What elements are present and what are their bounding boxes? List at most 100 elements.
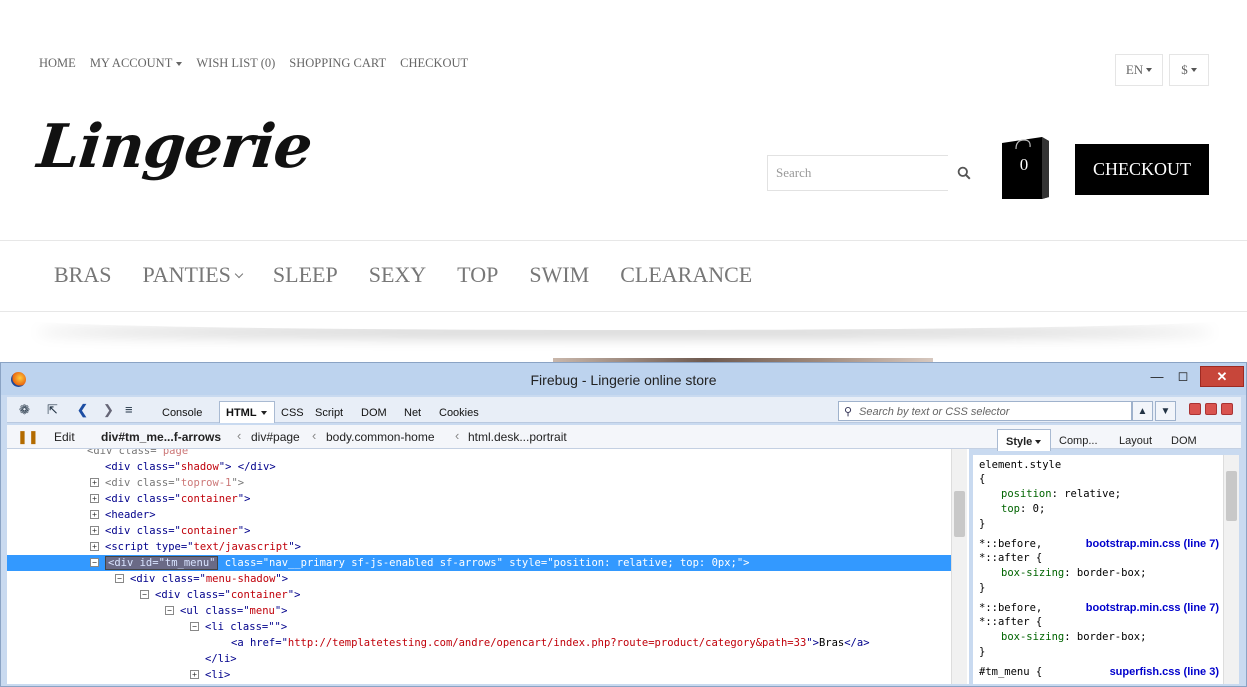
side-tab-style[interactable]: Style — [997, 429, 1051, 451]
html-line[interactable]: <div class="page" — [7, 449, 952, 459]
html-text: Bras — [818, 637, 845, 649]
html-line-selected[interactable]: − <div id="tm_menu" class="nav__primary s… — [7, 555, 952, 571]
collapse-icon[interactable]: − — [90, 557, 99, 567]
css-selector[interactable]: element.style — [979, 458, 1061, 474]
expand-icon[interactable]: + — [90, 541, 99, 551]
tab-cookies[interactable]: Cookies — [439, 407, 479, 419]
tab-html[interactable]: HTML — [219, 401, 275, 423]
css-property[interactable]: position: relative; — [979, 487, 1121, 503]
menu-item-sleep[interactable]: SLEEP — [273, 262, 338, 288]
expand-icon[interactable]: + — [90, 509, 99, 519]
menu-item-bras[interactable]: BRAS — [54, 262, 111, 288]
caret-down-icon — [1035, 440, 1042, 445]
firebug-titlebar[interactable]: Firebug - Lingerie online store — ◻ ✕ — [1, 363, 1246, 395]
tab-script[interactable]: Script — [315, 407, 343, 419]
menu-item-clearance[interactable]: CLEARANCE — [620, 262, 752, 288]
minimize-button[interactable]: — — [1143, 367, 1171, 385]
currency-selector[interactable]: $ — [1169, 54, 1209, 86]
html-panel-scrollbar[interactable] — [951, 449, 967, 684]
html-line[interactable]: + <script type="text/javascript"> — [7, 539, 952, 555]
firebug-bug-icon[interactable]: ❁ — [19, 402, 30, 418]
css-panel-scrollbar[interactable] — [1223, 455, 1239, 684]
html-tag: <div class=" — [105, 493, 181, 505]
html-line[interactable]: + <li> — [7, 667, 952, 683]
side-tab-dom[interactable]: DOM — [1171, 435, 1197, 447]
expand-icon[interactable]: + — [90, 477, 99, 487]
html-line[interactable]: + <header> — [7, 507, 952, 523]
html-line[interactable]: <a href="http://templatetesting.com/andr… — [7, 635, 952, 651]
top-nav-shopping-cart[interactable]: SHOPPING CART — [289, 56, 386, 71]
top-nav-checkout[interactable]: CHECKOUT — [400, 56, 468, 71]
html-line[interactable]: − <li class=""> — [7, 619, 952, 635]
forward-arrow-icon[interactable]: ❯ — [103, 402, 114, 418]
breadcrumb-item-tm-menu[interactable]: div#tm_me...f-arrows — [101, 430, 221, 444]
top-nav-wish-list[interactable]: WISH LIST (0) — [196, 56, 275, 71]
scrollbar-thumb[interactable] — [1226, 471, 1237, 521]
cart-button[interactable]: 0 — [1002, 137, 1049, 199]
css-property[interactable]: box-sizing: border-box; — [979, 630, 1146, 646]
tab-net[interactable]: Net — [404, 407, 421, 419]
edit-button[interactable]: Edit — [54, 430, 75, 444]
menu-item-swim[interactable]: SWIM — [529, 262, 589, 288]
html-line[interactable]: − <ul class="menu"> — [7, 603, 952, 619]
html-line[interactable]: + <div class="toprow-1"> — [7, 475, 952, 491]
store-logo[interactable]: Lingerie — [34, 112, 315, 182]
close-button[interactable]: ✕ — [1200, 366, 1244, 387]
command-line-icon[interactable]: ≡ — [125, 402, 133, 417]
css-source-link[interactable]: superfish.css (line 3) — [1110, 665, 1219, 681]
css-property[interactable]: box-sizing: border-box; — [979, 566, 1146, 582]
firebug-detach-icon[interactable] — [1205, 403, 1217, 415]
html-line[interactable]: </li> — [7, 651, 952, 667]
css-selector[interactable]: *::after { — [979, 551, 1042, 567]
menu-item-top[interactable]: TOP — [457, 262, 498, 288]
top-nav-my-account[interactable]: MY ACCOUNT — [90, 56, 183, 71]
html-tag: "> </div> — [218, 461, 276, 473]
tab-css[interactable]: CSS — [281, 407, 304, 419]
collapse-icon[interactable]: − — [190, 621, 199, 631]
back-arrow-icon[interactable]: ❮ — [77, 402, 88, 418]
search-prev-button[interactable]: ▲ — [1132, 401, 1153, 421]
html-line[interactable]: − <div class="menu-shadow"> — [7, 571, 952, 587]
side-tab-computed[interactable]: Comp... — [1059, 435, 1098, 447]
inspect-icon[interactable]: ⇱ — [47, 402, 58, 418]
firebug-minimize-icon[interactable] — [1189, 403, 1201, 415]
breadcrumb-item-page[interactable]: div#page — [251, 430, 300, 444]
collapse-icon[interactable]: − — [165, 605, 174, 615]
html-line[interactable]: + <div class="container"> — [7, 491, 952, 507]
expand-icon[interactable]: + — [90, 525, 99, 535]
css-selector[interactable]: *::after { — [979, 615, 1042, 631]
pause-icon[interactable]: ❚❚ — [17, 429, 39, 445]
html-line[interactable]: − <div class="container"> — [7, 587, 952, 603]
html-line[interactable]: <div class="shadow"> </div> — [7, 459, 952, 475]
css-source-link[interactable]: bootstrap.min.css (line 7) — [1086, 601, 1219, 617]
maximize-button[interactable]: ◻ — [1169, 367, 1197, 385]
tab-dom[interactable]: DOM — [361, 407, 387, 419]
css-source-link[interactable]: bootstrap.min.css (line 7) — [1086, 537, 1219, 553]
html-line[interactable]: + <div class="container"> — [7, 523, 952, 539]
menu-item-sexy[interactable]: SEXY — [369, 262, 426, 288]
language-selector[interactable]: EN — [1115, 54, 1163, 86]
expand-icon[interactable]: + — [190, 669, 199, 679]
breadcrumb-item-html[interactable]: html.desk...portrait — [468, 430, 567, 444]
caret-down-icon — [1146, 68, 1153, 72]
html-attr-value: container — [180, 493, 238, 505]
css-selector[interactable]: #tm_menu { — [979, 665, 1042, 681]
firebug-power-icon[interactable] — [1221, 403, 1233, 415]
top-nav-home[interactable]: HOME — [39, 56, 76, 71]
tab-console[interactable]: Console — [162, 407, 202, 419]
firebug-search-input[interactable] — [839, 403, 1131, 421]
css-property[interactable]: top: 0; — [979, 502, 1045, 518]
side-tab-layout[interactable]: Layout — [1119, 435, 1152, 447]
menu-item-panties[interactable]: PANTIES — [142, 262, 244, 288]
html-tag: <li> — [205, 669, 231, 681]
breadcrumb-item-body[interactable]: body.common-home — [326, 430, 435, 444]
collapse-icon[interactable]: − — [140, 589, 149, 599]
expand-icon[interactable]: + — [90, 493, 99, 503]
search-input[interactable] — [768, 156, 948, 190]
search-button[interactable] — [947, 155, 981, 191]
scrollbar-thumb[interactable] — [954, 491, 965, 537]
checkout-button[interactable]: CHECKOUT — [1075, 144, 1209, 195]
search-next-button[interactable]: ▼ — [1155, 401, 1176, 421]
collapse-icon[interactable]: − — [115, 573, 124, 583]
html-attr-value: container — [180, 525, 238, 537]
